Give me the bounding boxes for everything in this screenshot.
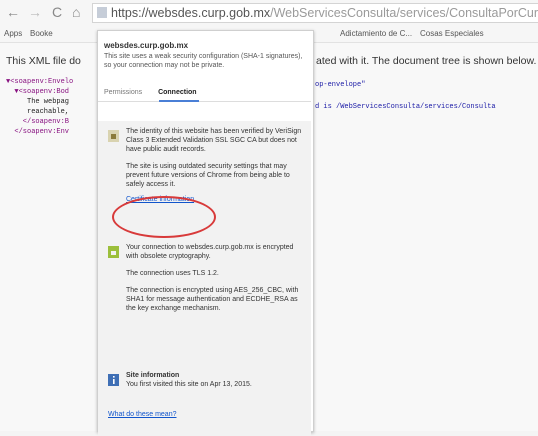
reload-icon[interactable]: C <box>52 4 62 20</box>
code-fragment-2: d is /WebServicesConsulta/services/Consu… <box>315 103 496 111</box>
tree-line[interactable]: ▼<soapenv:Bod <box>6 88 69 96</box>
tree-line: reachable, <box>6 108 70 116</box>
bookmark-apps[interactable]: Apps <box>4 29 22 38</box>
xml-tree: ▼<soapenv:Envelo ▼<soapenv:Bod The webpa… <box>6 77 73 137</box>
popup-host: websdes.curp.gob.mx <box>104 41 189 50</box>
url-host: https://websdes.curp.gob.mx <box>111 6 271 20</box>
forward-arrow-icon[interactable]: → <box>28 4 42 20</box>
outdated-settings-text: The site is using outdated security sett… <box>126 163 290 188</box>
site-info-text-block: Site information You first visited this … <box>126 371 303 389</box>
what-do-these-mean-link[interactable]: What do these mean? <box>108 411 177 418</box>
xml-note-right: ated with it. The document tree is shown… <box>316 55 537 67</box>
info-icon <box>108 374 119 386</box>
browser-toolbar: ← → C ⌂ https://websdes.curp.gob.mx/WebS… <box>0 0 538 24</box>
back-arrow-icon[interactable]: ← <box>6 4 20 20</box>
home-icon[interactable]: ⌂ <box>72 4 80 20</box>
tab-divider <box>98 101 311 102</box>
xml-note-left: This XML file do <box>6 55 81 67</box>
popup-tabs: Permissions Connection <box>104 89 197 96</box>
lock-icon[interactable] <box>97 7 107 18</box>
site-security-popup: websdes.curp.gob.mx This site uses a wea… <box>97 30 314 436</box>
tab-selected-indicator <box>159 100 199 102</box>
tls-text: The connection uses TLS 1.2. <box>126 270 219 277</box>
url-path: /WebServicesConsulta/services/ConsultaPo… <box>270 6 538 20</box>
highlight-ring <box>112 196 216 238</box>
tree-line: </soapenv:Env <box>6 128 70 136</box>
code-fragment-1: op-envelope" <box>315 81 366 89</box>
weak-config-warning: This site uses a weak security configura… <box>104 53 303 69</box>
site-info-title: Site information <box>126 372 180 379</box>
identity-text: The identity of this website has been ve… <box>126 128 302 153</box>
tree-line[interactable]: ▼<soapenv:Envelo <box>6 78 73 86</box>
bookmark-1[interactable]: Booke <box>30 29 53 38</box>
connection-lock-icon <box>108 246 119 258</box>
tree-line: </soapenv:B <box>6 118 70 126</box>
encryption-text-block: Your connection to websdes.curp.gob.mx i… <box>126 243 303 319</box>
bookmark-2[interactable]: Adictamiento de C... <box>340 29 412 38</box>
tree-line: The webpag <box>6 98 70 106</box>
address-bar[interactable]: https://websdes.curp.gob.mx/WebServicesC… <box>92 3 538 23</box>
encrypted-text: Your connection to websdes.curp.gob.mx i… <box>126 244 294 260</box>
bookmark-3[interactable]: Cosas Especiales <box>420 29 484 38</box>
tab-connection[interactable]: Connection <box>158 89 197 96</box>
site-info-text: You first visited this site on Apr 13, 2… <box>126 381 252 388</box>
tab-permissions[interactable]: Permissions <box>104 89 142 96</box>
certificate-lock-icon <box>108 130 119 142</box>
cipher-text: The connection is encrypted using AES_25… <box>126 287 299 312</box>
identity-text-block: The identity of this website has been ve… <box>126 127 303 204</box>
